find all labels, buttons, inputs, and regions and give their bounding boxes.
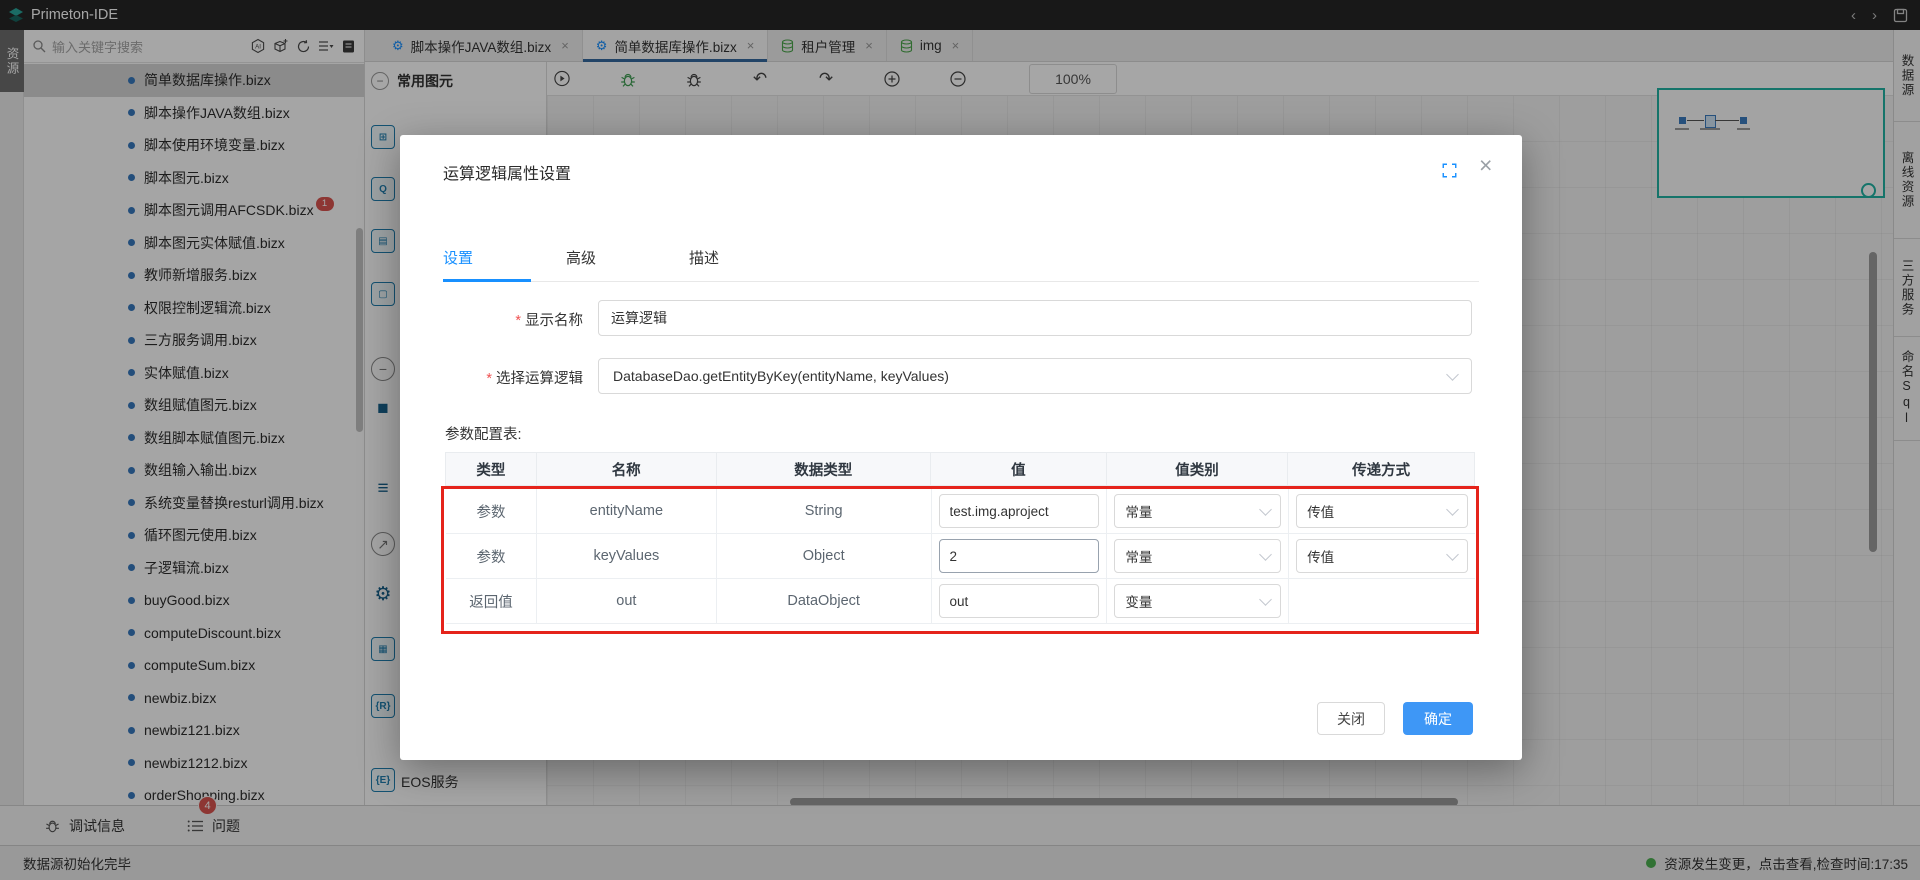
pass-mode-select[interactable]: 传值 — [1296, 539, 1468, 573]
table-cell: out — [536, 579, 716, 623]
param-table-header: 类型名称数据类型值值类别传递方式 — [445, 452, 1475, 486]
required-asterisk: * — [486, 371, 492, 387]
table-row: 返回值outDataObject 变量 — [446, 579, 1475, 624]
dialog-tabs: 设置 高级 描述 — [443, 247, 719, 268]
table-cell: keyValues — [536, 534, 716, 578]
value-kind-select[interactable]: 常量 — [1114, 494, 1281, 528]
table-cell: DataObject — [716, 579, 931, 623]
table-header-cell: 值 — [930, 453, 1106, 485]
close-button[interactable]: 关闭 — [1317, 702, 1385, 735]
param-table: 类型名称数据类型值值类别传递方式 参数entityNameString常量传值参… — [445, 452, 1475, 634]
dialog-tab[interactable]: 设置 — [443, 247, 473, 268]
chevron-down-icon — [1259, 548, 1272, 561]
chevron-down-icon — [1446, 503, 1459, 516]
table-cell: Object — [716, 534, 931, 578]
value-kind-text: 变量 — [1125, 591, 1152, 611]
chevron-down-icon — [1259, 593, 1272, 606]
value-kind-text: 常量 — [1125, 546, 1152, 566]
table-cell: 传值 — [1288, 534, 1475, 578]
value-input[interactable] — [939, 494, 1100, 528]
chevron-down-icon — [1446, 548, 1459, 561]
table-cell: String — [716, 489, 931, 533]
value-kind-select[interactable]: 变量 — [1114, 584, 1281, 618]
table-cell: 传值 — [1288, 489, 1475, 533]
param-table-label: 参数配置表: — [445, 423, 522, 444]
pass-mode-select[interactable]: 传值 — [1296, 494, 1468, 528]
table-cell — [931, 579, 1107, 623]
table-row: 参数keyValuesObject 常量 传值 — [446, 534, 1475, 579]
chevron-down-icon — [1259, 503, 1272, 516]
display-name-input[interactable] — [598, 300, 1472, 336]
confirm-button[interactable]: 确定 — [1403, 702, 1473, 735]
table-cell: 返回值 — [446, 579, 536, 623]
fullscreen-icon[interactable] — [1442, 163, 1457, 178]
table-header-cell: 数据类型 — [716, 453, 931, 485]
table-cell: 参数 — [446, 489, 536, 533]
table-header-cell: 值类别 — [1106, 453, 1288, 485]
pass-mode-text: 传值 — [1307, 501, 1334, 521]
table-cell: entityName — [536, 489, 716, 533]
dialog-tab[interactable]: 高级 — [566, 247, 596, 268]
logic-select[interactable]: DatabaseDao.getEntityByKey(entityName, k… — [598, 358, 1472, 394]
primeton-ide-window: Primeton-IDE ‹ › 资源 输入关键字搜索 AI — [0, 0, 1920, 880]
logic-properties-dialog: 运算逻辑属性设置 × 设置 高级 描述 *显示名称 *选择运算逻辑 Database… — [400, 135, 1522, 760]
table-cell — [931, 489, 1107, 533]
active-tab-underline — [443, 279, 531, 282]
tabs-divider — [443, 281, 1479, 282]
display-name-label: *显示名称 — [400, 309, 583, 330]
pass-mode-text: 传值 — [1307, 546, 1334, 566]
dialog-tab[interactable]: 描述 — [689, 247, 719, 268]
required-asterisk: * — [515, 313, 521, 329]
table-header-cell: 名称 — [536, 453, 716, 485]
close-icon[interactable]: × — [1479, 154, 1492, 177]
table-row: 参数entityNameString 常量 传值 — [446, 489, 1475, 534]
table-cell: 常量 — [1106, 489, 1288, 533]
value-kind-text: 常量 — [1125, 501, 1152, 521]
table-cell: 变量 — [1106, 579, 1288, 623]
value-kind-select[interactable]: 常量 — [1114, 539, 1281, 573]
table-cell: 常量 — [1106, 534, 1288, 578]
table-header-cell: 类型 — [446, 453, 536, 485]
table-cell — [931, 534, 1107, 578]
param-table-body-highlight: 参数entityNameString常量传值参数keyValuesObject常… — [441, 486, 1479, 634]
value-input[interactable] — [939, 539, 1100, 573]
table-cell: 参数 — [446, 534, 536, 578]
dialog-title: 运算逻辑属性设置 — [443, 160, 571, 184]
value-input[interactable] — [939, 584, 1100, 618]
table-cell — [1288, 579, 1475, 623]
logic-select-label: *选择运算逻辑 — [400, 367, 583, 388]
table-header-cell: 传递方式 — [1287, 453, 1474, 485]
chevron-down-icon — [1446, 368, 1459, 381]
